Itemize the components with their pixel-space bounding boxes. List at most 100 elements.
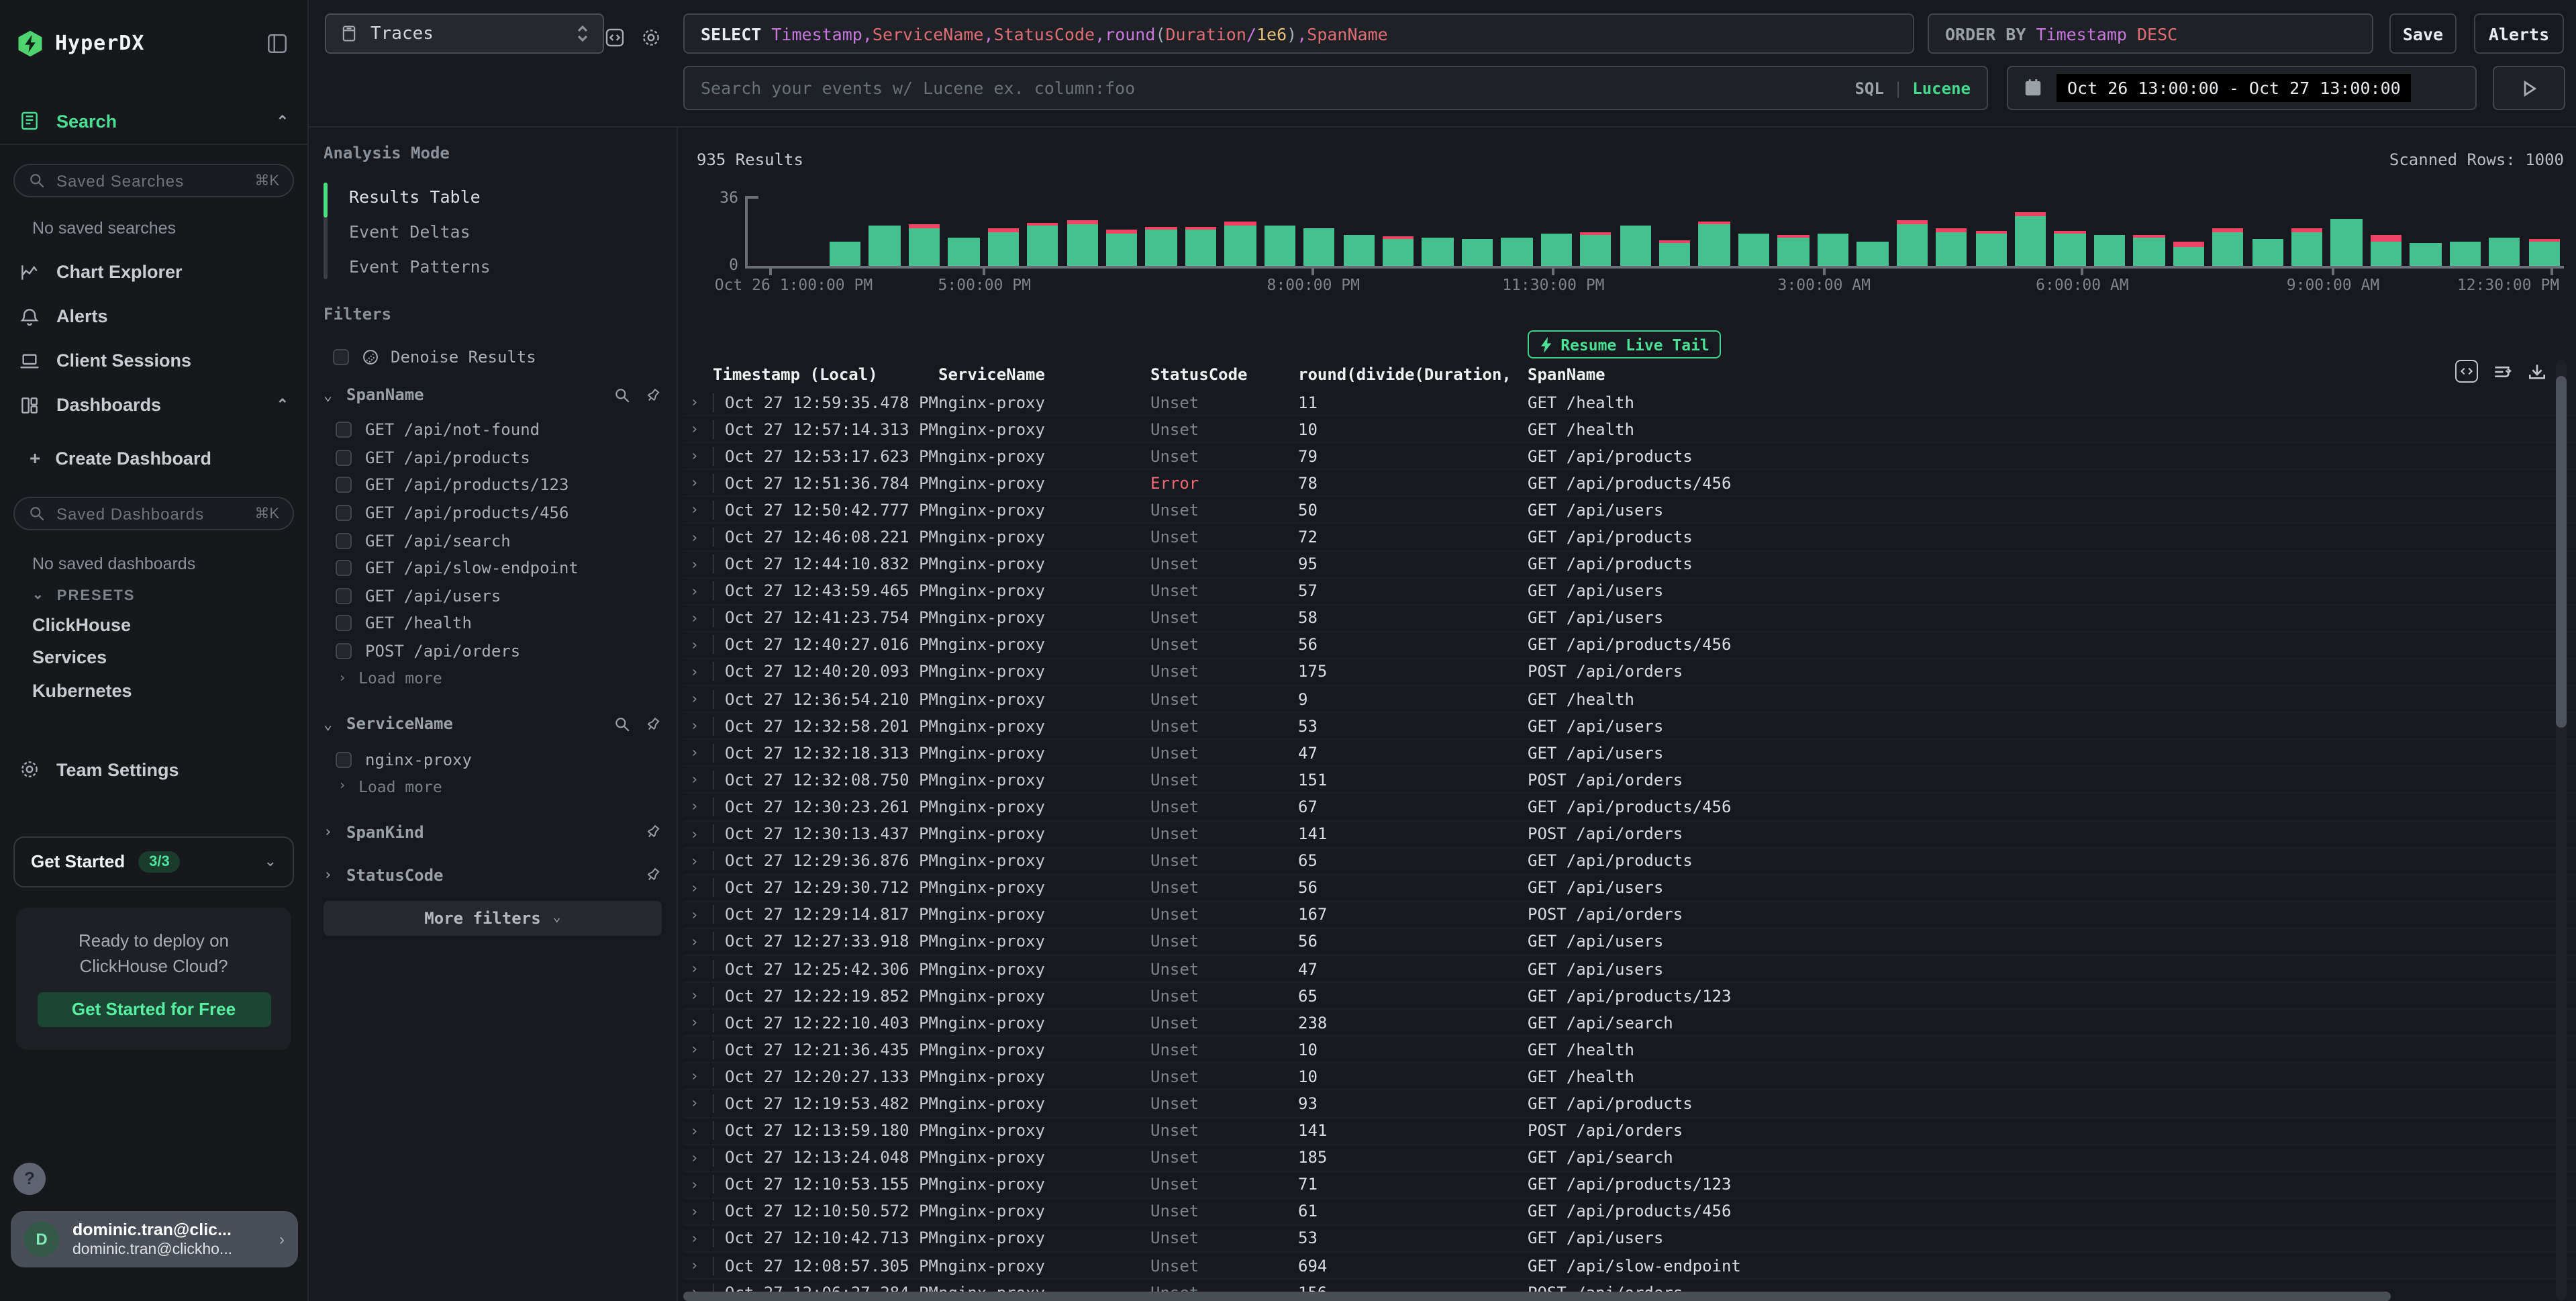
expand-row-icon[interactable]: ›: [683, 1014, 713, 1031]
filter-checkbox-item[interactable]: nginx-proxy: [324, 746, 662, 773]
expand-row-icon[interactable]: ›: [683, 663, 713, 681]
vertical-scrollbar-thumb[interactable]: [2556, 376, 2567, 728]
filter-checkbox-item[interactable]: POST /api/orders: [324, 638, 662, 665]
filter-checkbox-item[interactable]: GET /api/not-found: [324, 416, 662, 444]
analysis-mode-option[interactable]: Results Table: [349, 179, 662, 213]
expand-row-icon[interactable]: ›: [683, 501, 713, 519]
table-row[interactable]: ›Oct 27 12:57:14.313 PMnginx-proxyUnset1…: [683, 416, 2576, 443]
expand-row-icon[interactable]: ›: [683, 636, 713, 654]
column-header-servicename[interactable]: ServiceName: [938, 365, 1150, 384]
saved-dashboards-input[interactable]: Saved Dashboards ⌘K: [13, 497, 294, 530]
table-row[interactable]: ›Oct 27 12:22:10.403 PMnginx-proxyUnset2…: [683, 1010, 2576, 1037]
source-select[interactable]: Traces: [325, 13, 604, 54]
search-input[interactable]: Search your events w/ Lucene ex. column:…: [683, 66, 1988, 110]
expand-row-icon[interactable]: ›: [683, 825, 713, 842]
sidebar-item-chart-explorer[interactable]: Chart Explorer: [0, 250, 307, 294]
table-row[interactable]: ›Oct 27 12:19:53.482 PMnginx-proxyUnset9…: [683, 1091, 2576, 1118]
toggle-sql[interactable]: SQL: [1854, 79, 1883, 97]
sidebar-item-services[interactable]: Services: [32, 643, 307, 671]
more-filters-button[interactable]: More filters ⌄: [324, 901, 662, 936]
get-started-free-button[interactable]: Get Started for Free: [37, 992, 270, 1026]
table-row[interactable]: ›Oct 27 12:32:18.313 PMnginx-proxyUnset4…: [683, 740, 2576, 767]
expand-row-icon[interactable]: ›: [683, 447, 713, 465]
pin-icon[interactable]: [644, 824, 662, 841]
expand-row-icon[interactable]: ›: [683, 582, 713, 599]
filter-group-header[interactable]: ⌄SpanName: [324, 384, 662, 405]
table-row[interactable]: ›Oct 27 12:32:58.201 PMnginx-proxyUnset5…: [683, 713, 2576, 740]
expand-row-icon[interactable]: ›: [683, 475, 713, 492]
expand-row-icon[interactable]: ›: [683, 528, 713, 546]
order-by-input[interactable]: ORDER BY Timestamp DESC: [1928, 13, 2373, 54]
analysis-mode-option[interactable]: Event Patterns: [349, 248, 662, 283]
denoise-results-checkbox[interactable]: Denoise Results: [324, 345, 662, 369]
sidebar-item-kubernetes[interactable]: Kubernetes: [32, 676, 307, 704]
expand-row-icon[interactable]: ›: [683, 1176, 713, 1194]
expand-row-icon[interactable]: ›: [683, 1068, 713, 1086]
filter-checkbox-item[interactable]: GET /api/products/456: [324, 499, 662, 527]
help-button[interactable]: ?: [13, 1163, 46, 1195]
expand-row-icon[interactable]: ›: [683, 852, 713, 869]
load-more-button[interactable]: ›Load more: [324, 665, 662, 692]
table-row[interactable]: ›Oct 27 12:53:17.623 PMnginx-proxyUnset7…: [683, 443, 2576, 470]
table-row[interactable]: ›Oct 27 12:13:59.180 PMnginx-proxyUnset1…: [683, 1118, 2576, 1145]
table-row[interactable]: ›Oct 27 12:32:08.750 PMnginx-proxyUnset1…: [683, 767, 2576, 794]
table-row[interactable]: ›Oct 27 12:10:50.572 PMnginx-proxyUnset6…: [683, 1199, 2576, 1226]
filter-checkbox-item[interactable]: GET /api/products/123: [324, 471, 662, 499]
expand-row-icon[interactable]: ›: [683, 933, 713, 951]
checkbox[interactable]: [336, 505, 352, 521]
toggle-lucene[interactable]: Lucene: [1912, 79, 1971, 97]
select-clause-input[interactable]: SELECT Timestamp,ServiceName,StatusCode,…: [683, 13, 1914, 54]
pin-icon[interactable]: [644, 716, 662, 733]
expand-row-icon[interactable]: ›: [683, 987, 713, 1004]
checkbox[interactable]: [336, 616, 352, 632]
expand-row-icon[interactable]: ›: [683, 798, 713, 816]
checkbox[interactable]: [336, 477, 352, 493]
table-row[interactable]: ›Oct 27 12:10:53.155 PMnginx-proxyUnset7…: [683, 1171, 2576, 1198]
checkbox[interactable]: [336, 751, 352, 767]
pin-icon[interactable]: [644, 386, 662, 403]
checkbox[interactable]: [336, 588, 352, 604]
table-row[interactable]: ›Oct 27 12:51:36.784 PMnginx-proxyError7…: [683, 471, 2576, 497]
table-row[interactable]: ›Oct 27 12:29:30.712 PMnginx-proxyUnset5…: [683, 875, 2576, 902]
filter-checkbox-item[interactable]: GET /api/products: [324, 444, 662, 471]
analysis-mode-option[interactable]: Event Deltas: [349, 213, 662, 248]
expand-row-icon[interactable]: ›: [683, 771, 713, 789]
expand-row-icon[interactable]: ›: [683, 1122, 713, 1139]
expand-row-icon[interactable]: ›: [683, 610, 713, 627]
load-more-button[interactable]: ›Load more: [324, 773, 662, 800]
filter-group-header[interactable]: ⌄ServiceName: [324, 714, 662, 735]
search-icon[interactable]: [613, 386, 631, 403]
table-row[interactable]: ›Oct 27 12:50:42.777 PMnginx-proxyUnset5…: [683, 497, 2576, 524]
expand-row-icon[interactable]: ›: [683, 744, 713, 762]
expand-row-icon[interactable]: ›: [683, 690, 713, 708]
table-row[interactable]: ›Oct 27 12:36:54.210 PMnginx-proxyUnset9…: [683, 686, 2576, 713]
column-header-spanname[interactable]: SpanName: [1528, 365, 2576, 384]
expand-row-icon[interactable]: ›: [683, 420, 713, 438]
checkbox[interactable]: [336, 643, 352, 659]
table-row[interactable]: ›Oct 27 12:25:42.306 PMnginx-proxyUnset4…: [683, 956, 2576, 983]
sidebar-item-search[interactable]: Search ⌃: [0, 107, 307, 134]
checkbox[interactable]: [333, 349, 349, 365]
column-header-timestamp[interactable]: Timestamp (Local): [713, 365, 938, 384]
expand-row-icon[interactable]: ›: [683, 1041, 713, 1059]
expand-row-icon[interactable]: ›: [683, 1230, 713, 1247]
expand-row-icon[interactable]: ›: [683, 960, 713, 977]
table-row[interactable]: ›Oct 27 12:08:57.305 PMnginx-proxyUnset6…: [683, 1253, 2576, 1280]
expand-row-icon[interactable]: ›: [683, 1149, 713, 1166]
horizontal-scrollbar-thumb[interactable]: [683, 1292, 2391, 1301]
table-row[interactable]: ›Oct 27 12:44:10.832 PMnginx-proxyUnset9…: [683, 551, 2576, 578]
collapse-sidebar-icon[interactable]: [266, 32, 289, 54]
alerts-button[interactable]: Alerts: [2474, 13, 2564, 54]
expand-row-icon[interactable]: ›: [683, 1257, 713, 1274]
table-row[interactable]: ›Oct 27 12:10:42.713 PMnginx-proxyUnset5…: [683, 1226, 2576, 1253]
checkbox[interactable]: [336, 561, 352, 577]
column-header-duration[interactable]: round(divide(Duration,: [1298, 365, 1528, 384]
expand-row-icon[interactable]: ›: [683, 906, 713, 924]
run-query-button[interactable]: [2493, 66, 2565, 110]
time-range-picker[interactable]: Oct 26 13:00:00 - Oct 27 13:00:00: [2007, 66, 2477, 110]
save-button[interactable]: Save: [2389, 13, 2457, 54]
table-row[interactable]: ›Oct 27 12:30:23.261 PMnginx-proxyUnset6…: [683, 794, 2576, 821]
table-row[interactable]: ›Oct 27 12:40:20.093 PMnginx-proxyUnset1…: [683, 659, 2576, 686]
table-row[interactable]: ›Oct 27 12:21:36.435 PMnginx-proxyUnset1…: [683, 1037, 2576, 1064]
pin-icon[interactable]: [644, 867, 662, 884]
